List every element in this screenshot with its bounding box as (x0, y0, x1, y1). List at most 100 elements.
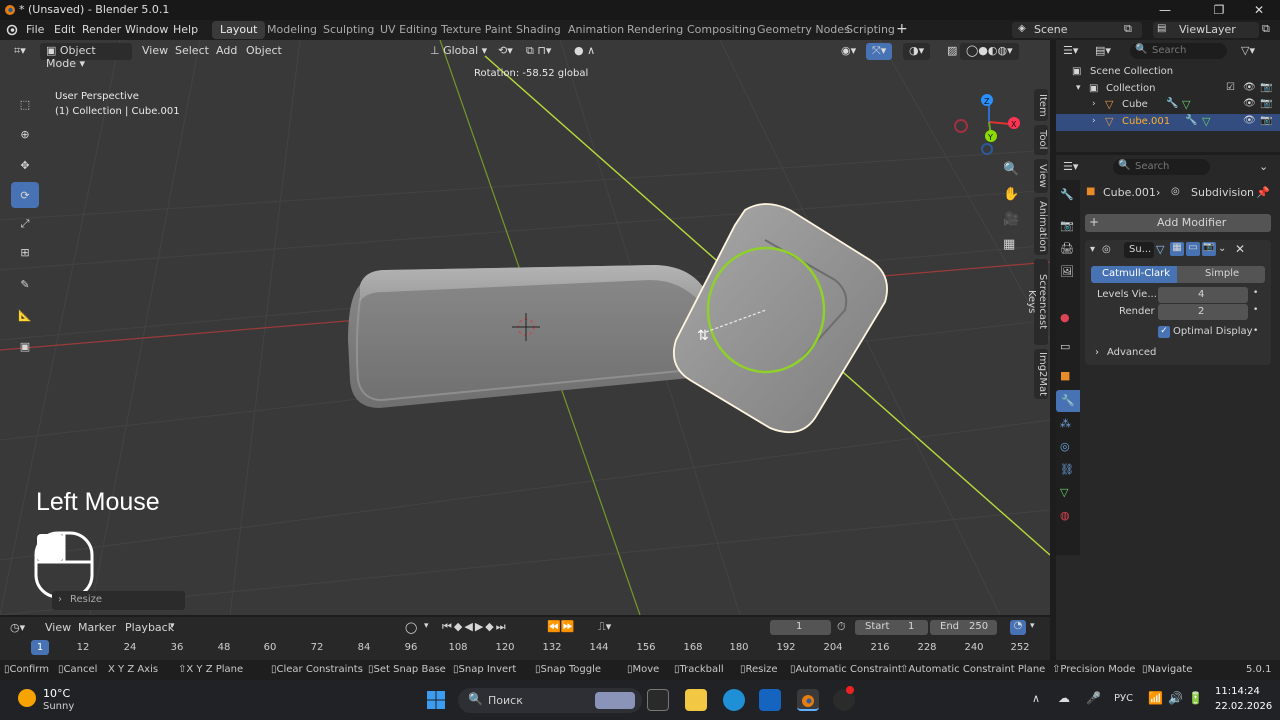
editor-type-button[interactable]: ⌗▾ (8, 43, 32, 60)
expand-chevron-icon[interactable]: ▾ (1076, 83, 1081, 93)
render-levels-field[interactable]: 2 (1158, 304, 1248, 320)
tab-texture-paint[interactable]: Texture Paint (433, 21, 520, 39)
last-operator-panel[interactable]: › Resize (52, 591, 185, 610)
rotate-tool[interactable]: ⟳ (11, 182, 39, 208)
sidebar-tab-item[interactable]: Item (1034, 89, 1048, 121)
outliner-search-input[interactable]: 🔍 Search (1130, 43, 1227, 59)
minimize-button[interactable]: — (1142, 0, 1188, 20)
scale-tool[interactable]: ⤢ (11, 211, 39, 237)
add-modifier-button[interactable]: + Add Modifier (1085, 214, 1271, 232)
outliner-row-cube-001[interactable]: › ▽ Cube.001 🔧 ▽ 👁 📷 (1056, 114, 1280, 131)
blender-menu-icon[interactable] (5, 24, 19, 36)
timeline-sync-icon[interactable]: ⎍▾ (598, 620, 611, 634)
simple-option[interactable]: Simple (1177, 266, 1265, 283)
outliner-editor-icon[interactable]: ☰▾ (1063, 44, 1078, 57)
start-frame-field[interactable]: Start 1 (855, 620, 928, 635)
volume-icon[interactable]: 🔊 (1168, 691, 1183, 705)
keying-chevron-icon[interactable]: ▾ (424, 621, 429, 631)
properties-options-icon[interactable]: ⌄ (1259, 160, 1268, 173)
checkbox-icon[interactable]: ☑ (1226, 82, 1235, 93)
auto-keying-icon[interactable]: ◯ (405, 621, 417, 634)
camera-icon[interactable]: 📷 (1260, 98, 1272, 109)
levels-viewport-field[interactable]: 4 (1158, 287, 1248, 303)
tab-layout[interactable]: Layout (212, 21, 266, 39)
clock-time[interactable]: 11:14:24 (1215, 686, 1260, 697)
clock-date[interactable]: 22.02.2026 (1215, 701, 1272, 712)
properties-editor-icon[interactable]: ☰▾ (1063, 160, 1078, 173)
tray-network-icon[interactable]: ☁ (1058, 691, 1070, 705)
mode-selector[interactable]: ▣ Object Mode ▾ (40, 43, 132, 70)
data-icon[interactable]: ▽ (1060, 486, 1068, 499)
sidebar-tab-img2mat[interactable]: Img2Mat (1034, 349, 1048, 399)
microphone-icon[interactable]: 🎤 (1086, 691, 1101, 705)
physics-icon[interactable]: ◎ (1060, 440, 1070, 453)
constraints-icon[interactable]: ⛓ (1060, 463, 1074, 476)
ortho-toggle-icon[interactable]: ▦ (1003, 237, 1015, 252)
move-tool[interactable]: ✥ (11, 152, 39, 178)
keyframe-jump-icon[interactable]: ⏪⏩ (547, 620, 574, 633)
new-scene-icon[interactable]: ⧉ (1124, 22, 1132, 36)
viewport-menu-object[interactable]: Object (240, 43, 288, 60)
viewport-menu-add[interactable]: Add (210, 43, 243, 60)
keyframe-dot-icon[interactable]: • (1253, 326, 1258, 336)
tab-scripting[interactable]: Scripting (838, 21, 903, 39)
render-properties-icon[interactable]: 📷 (1060, 219, 1074, 232)
advanced-subpanel-header[interactable]: › Advanced (1095, 346, 1195, 361)
cursor-tool[interactable]: ⊕ (11, 121, 39, 147)
filter-icon[interactable]: ▽▾ (1241, 44, 1255, 57)
annotate-tool[interactable]: ✎ (11, 271, 39, 297)
particles-icon[interactable]: ⁂ (1060, 417, 1071, 430)
camera-icon[interactable]: 📷 (1260, 82, 1272, 93)
wifi-icon[interactable]: 📶 (1148, 691, 1163, 705)
battery-icon[interactable]: 🔋 (1188, 691, 1203, 705)
eye-icon[interactable]: 👁 (1243, 115, 1256, 126)
material-icon[interactable]: ◍ (1060, 509, 1070, 522)
taskbar-search-input[interactable]: 🔍 Поиск (458, 688, 642, 713)
keyframe-dot-icon[interactable]: • (1253, 288, 1258, 298)
keyframe-dot-icon[interactable]: • (1253, 305, 1258, 315)
timeline-menu-playback[interactable]: Playback (125, 621, 174, 634)
sidebar-tab-screencast-keys[interactable]: Screencast Keys (1026, 259, 1048, 345)
outliner-row-collection[interactable]: ▾ ▣ Collection ☑ 👁 📷 (1056, 81, 1280, 98)
cube-object[interactable] (348, 265, 716, 408)
edit-mode-toggle-icon[interactable]: ▽ (1156, 243, 1164, 256)
add-cube-tool[interactable]: ▣ (11, 333, 39, 359)
proportional-edit-icon[interactable]: ● ∧ (568, 43, 601, 60)
new-view-layer-icon[interactable]: ⧉ (1262, 22, 1270, 36)
properties-search-input[interactable]: 🔍 Search (1113, 159, 1210, 175)
timeline-menu-view[interactable]: View (45, 621, 71, 634)
expand-chevron-icon[interactable]: › (1092, 116, 1096, 126)
menu-window[interactable]: Window (125, 23, 168, 36)
viewport-display-toggle-icon[interactable]: ▭ (1186, 242, 1200, 256)
pivot-point-icon[interactable]: ⟲▾ (492, 43, 519, 60)
current-frame-field[interactable]: 1 (770, 620, 831, 635)
menu-edit[interactable]: Edit (54, 23, 75, 36)
expand-chevron-icon[interactable]: › (1092, 99, 1096, 109)
pan-hand-icon[interactable]: ✋ (1003, 187, 1019, 202)
view-layer-properties-icon[interactable]: 🖼 (1060, 265, 1074, 278)
playback-controls-icon[interactable]: ⏮◆◀▶◆⏭ (442, 620, 508, 634)
render-toggle-icon[interactable]: 📷 (1202, 242, 1216, 256)
cage-toggle-icon[interactable]: ▦ (1170, 242, 1184, 256)
eye-icon[interactable]: 👁 (1243, 82, 1256, 93)
task-view-icon[interactable] (647, 689, 669, 711)
collection-properties-icon[interactable]: ▭ (1060, 340, 1070, 353)
output-properties-icon[interactable]: 🖨 (1060, 242, 1074, 255)
timeline-menu-marker[interactable]: Marker (78, 621, 116, 634)
viewport-menu-select[interactable]: Select (169, 43, 215, 60)
obs-recorder-icon[interactable] (833, 686, 855, 711)
visibility-icon[interactable]: ◉▾ (835, 43, 862, 60)
tray-chevron-icon[interactable]: ∧ (1032, 692, 1040, 705)
sidebar-tab-view[interactable]: View (1034, 159, 1048, 193)
gizmo-toggle-icon[interactable]: ⤧▾ (866, 43, 893, 60)
view-layer-selector[interactable]: ▤ ViewLayer (1153, 22, 1259, 38)
3d-viewport[interactable]: ⇅ Z X Y (0, 40, 1050, 615)
optimal-display-checkbox[interactable]: ✓ (1158, 326, 1170, 338)
shading-modes-icon[interactable]: ◯●◐◍▾ (960, 43, 1019, 60)
object-properties-icon[interactable]: ■ (1060, 369, 1070, 382)
modifier-properties-tab[interactable]: 🔧 (1056, 390, 1080, 412)
collapse-chevron-icon[interactable]: ▾ (1090, 244, 1095, 255)
scene-selector[interactable]: ◈ Scene ⧉ (1012, 22, 1142, 38)
transform-orientation-selector[interactable]: ⊥ Global ▾ (424, 43, 493, 60)
selected-cube-object[interactable] (672, 203, 888, 434)
